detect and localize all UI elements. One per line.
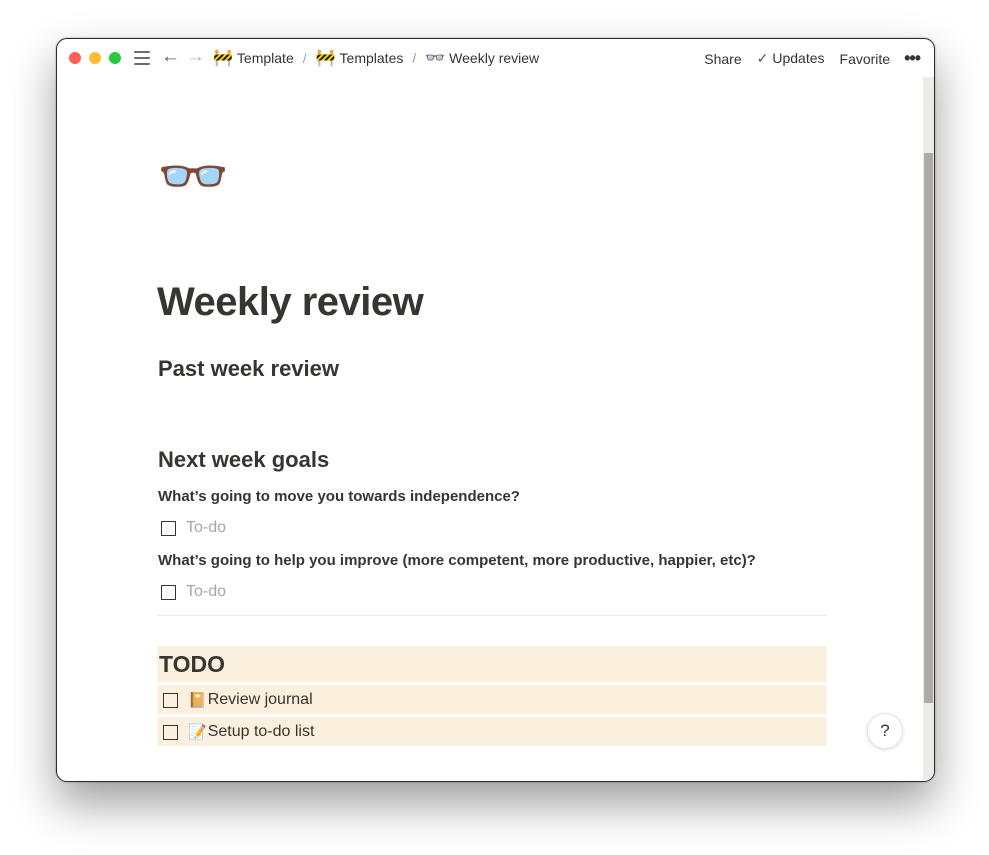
- breadcrumb-separator: /: [302, 50, 307, 66]
- checkmark-icon: ✓: [756, 50, 769, 66]
- todo-heading[interactable]: TODO: [159, 651, 225, 678]
- scrollbar-thumb[interactable]: [924, 153, 933, 703]
- todo-item-review-journal[interactable]: 📔 Review journal: [163, 691, 313, 709]
- question-improve[interactable]: What’s going to help you improve (more c…: [158, 552, 756, 569]
- breadcrumb-item-template[interactable]: 🚧 Template: [213, 48, 294, 68]
- scrollbar-track[interactable]: [923, 77, 934, 781]
- page-icon-glasses[interactable]: 👓: [157, 148, 229, 206]
- more-options-icon[interactable]: •••: [904, 48, 921, 69]
- divider: [157, 615, 827, 616]
- question-independence[interactable]: What’s going to move you towards indepen…: [158, 488, 520, 505]
- window-minimize-button[interactable]: [89, 52, 101, 64]
- breadcrumb-label: Template: [236, 50, 294, 66]
- hamburger-menu-icon[interactable]: [134, 51, 150, 65]
- construction-icon: 🚧: [315, 50, 336, 67]
- title-bar: ← → 🚧 Template / 🚧 Templates / 👓 Weekly …: [57, 39, 934, 77]
- checkbox[interactable]: [163, 692, 178, 708]
- breadcrumb-separator: /: [412, 50, 417, 66]
- updates-button[interactable]: ✓ Updates: [757, 50, 825, 67]
- glasses-icon: 👓: [425, 50, 446, 67]
- share-button[interactable]: Share: [704, 51, 741, 67]
- topbar-actions: Share ✓ Updates Favorite •••: [689, 48, 921, 69]
- breadcrumb-label: Weekly review: [449, 50, 540, 66]
- todo-item[interactable]: To-do: [161, 583, 226, 601]
- todo-item-setup-todo-list[interactable]: 📝 Setup to-do list: [163, 723, 314, 741]
- todo-block-row: 📔 Review journal: [157, 685, 827, 714]
- todo-block-row: 📝 Setup to-do list: [157, 717, 827, 746]
- back-arrow-icon[interactable]: ←: [161, 47, 180, 67]
- construction-icon: 🚧: [213, 50, 233, 67]
- page-title[interactable]: Weekly review: [157, 280, 424, 325]
- heading-past-week-review[interactable]: Past week review: [158, 356, 339, 382]
- breadcrumb-item-templates[interactable]: 🚧 Templates: [316, 48, 404, 68]
- todo-label[interactable]: Setup to-do list: [208, 723, 315, 741]
- notebook-icon: 📔: [188, 692, 207, 709]
- updates-label: Updates: [772, 50, 825, 66]
- favorite-button[interactable]: Favorite: [840, 51, 891, 67]
- todo-placeholder[interactable]: To-do: [186, 583, 226, 601]
- breadcrumb-label: Templates: [339, 50, 404, 66]
- todo-heading-block: TODO: [157, 646, 827, 682]
- breadcrumb: 🚧 Template / 🚧 Templates / 👓 Weekly revi…: [213, 48, 539, 68]
- window-close-button[interactable]: [69, 52, 81, 64]
- forward-arrow-icon[interactable]: →: [186, 47, 205, 67]
- checkbox[interactable]: [163, 724, 178, 740]
- todo-item[interactable]: To-do: [161, 519, 226, 537]
- window-maximize-button[interactable]: [109, 52, 121, 64]
- checkbox[interactable]: [161, 520, 176, 536]
- heading-next-week-goals[interactable]: Next week goals: [158, 447, 329, 473]
- help-button[interactable]: ?: [867, 713, 903, 749]
- app-window: ← → 🚧 Template / 🚧 Templates / 👓 Weekly …: [56, 38, 935, 782]
- memo-icon: 📝: [188, 724, 207, 741]
- todo-placeholder[interactable]: To-do: [186, 519, 226, 537]
- checkbox[interactable]: [161, 584, 176, 600]
- breadcrumb-item-weekly-review[interactable]: 👓 Weekly review: [425, 48, 539, 68]
- todo-label[interactable]: Review journal: [208, 691, 313, 709]
